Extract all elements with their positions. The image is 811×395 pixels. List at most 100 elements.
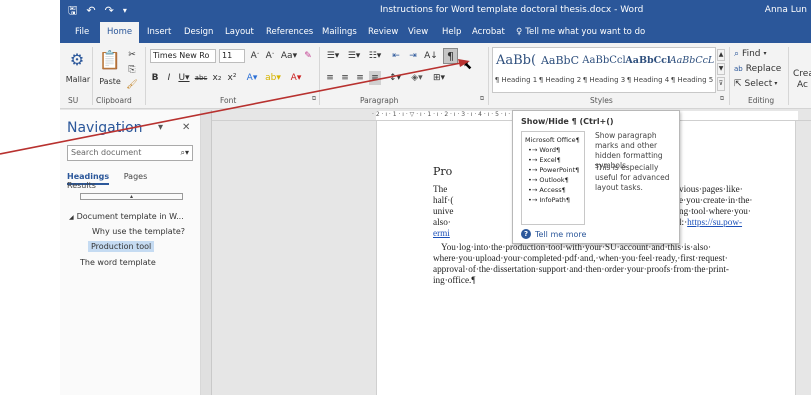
show-hide-paragraph-button[interactable]: ¶ <box>443 48 458 64</box>
bullets-icon[interactable]: ☰▾ <box>324 49 342 63</box>
nav-heading-item[interactable]: ◢ Document template in W... <box>69 212 184 221</box>
nav-heading-item[interactable]: The word template <box>80 258 156 267</box>
increase-indent-icon[interactable]: ⇥ <box>406 49 420 63</box>
select-button[interactable]: ⇱ Select ▾ <box>734 78 788 90</box>
font-name-combo[interactable]: Times New Ro <box>150 49 216 63</box>
format-painter-icon[interactable]: 🖌 <box>126 79 138 91</box>
save-icon[interactable]: 🖫 <box>68 3 77 19</box>
tab-results[interactable]: Results <box>67 181 96 190</box>
redo-icon[interactable]: ↷ <box>105 3 114 19</box>
tab-help[interactable]: Help <box>435 22 468 43</box>
style-heading-2[interactable]: AaBbC ¶ Heading 2 <box>537 50 583 84</box>
numbering-icon[interactable]: ☰▾ <box>345 49 363 63</box>
tell-me-box[interactable]: ♀ Tell me what you want to do <box>509 22 652 43</box>
help-icon: ? <box>521 229 531 239</box>
multilevel-list-icon[interactable]: ☷▾ <box>366 49 384 63</box>
find-icon: ⌕ <box>734 48 740 59</box>
create-button[interactable]: Creat <box>793 69 811 79</box>
body-text: The <box>433 184 448 194</box>
mallar-button[interactable]: Mallar <box>62 75 94 85</box>
style-heading-4[interactable]: AaBbCcl ¶ Heading 4 <box>625 50 671 84</box>
italic-icon[interactable]: I <box>164 71 174 85</box>
tab-file[interactable]: File <box>68 22 96 43</box>
tab-insert[interactable]: Insert <box>140 22 178 43</box>
tab-review[interactable]: Review <box>361 22 405 43</box>
ribbon: ⚙ Mallar SU 📋 Paste ✂ ⎘ 🖌 Clipboard Time… <box>60 43 811 109</box>
su-link-continued[interactable]: ermi <box>433 228 450 239</box>
customize-icon[interactable]: ▾ <box>123 3 127 19</box>
align-right-icon[interactable]: ≡ <box>354 71 366 85</box>
shading-icon[interactable]: ◈▾ <box>408 71 426 85</box>
line-spacing-icon[interactable]: ↕▾ <box>386 71 404 85</box>
font-size-combo[interactable]: 11 <box>219 49 245 63</box>
scroll-up-button[interactable]: ▴ <box>80 193 183 200</box>
styles-dialog-launcher-icon[interactable]: ⧉ <box>718 95 726 103</box>
styles-scroll-down-icon[interactable]: ▼ <box>717 63 725 75</box>
tab-pages[interactable]: Pages <box>124 172 148 181</box>
tab-view[interactable]: View <box>401 22 435 43</box>
font-dialog-launcher-icon[interactable]: ⧉ <box>310 95 318 103</box>
user-name[interactable]: Anna Lun <box>765 5 807 15</box>
select-icon: ⇱ <box>734 78 742 89</box>
paste-icon[interactable]: 📋 <box>98 49 122 73</box>
nav-heading-item[interactable]: Why use the template? <box>92 227 185 236</box>
grow-font-icon[interactable]: A ˄ <box>249 49 261 63</box>
lightbulb-icon: ♀ <box>516 27 523 37</box>
decrease-indent-icon[interactable]: ⇤ <box>389 49 403 63</box>
styles-group-label: Styles <box>590 96 613 105</box>
tell-me-more-link[interactable]: ? Tell me more <box>521 229 586 239</box>
tab-design[interactable]: Design <box>177 22 220 43</box>
highlight-icon[interactable]: ab▾ <box>264 71 282 85</box>
superscript-icon[interactable]: x² <box>226 71 238 85</box>
bold-icon[interactable]: B <box>150 71 160 85</box>
group-separator <box>92 47 93 105</box>
tab-mailings[interactable]: Mailings <box>315 22 364 43</box>
body-text: approval·of·the·dissertation·support·and… <box>433 264 729 274</box>
vertical-ruler <box>201 110 212 395</box>
styles-more-icon[interactable]: ⊽ <box>717 77 725 91</box>
tab-layout[interactable]: Layout <box>218 22 261 43</box>
body-text: unive <box>433 206 454 216</box>
tab-references[interactable]: References <box>259 22 320 43</box>
change-case-icon[interactable]: Aa▾ <box>280 49 298 63</box>
tab-home[interactable]: Home <box>100 22 140 43</box>
copy-icon[interactable]: ⎘ <box>126 64 138 76</box>
paste-button[interactable]: Paste <box>97 77 123 87</box>
body-text: ing·office.¶ <box>433 275 476 285</box>
collapse-triangle-icon[interactable]: ◢ <box>69 214 74 221</box>
paragraph-group-label: Paragraph <box>360 96 399 105</box>
group-separator <box>788 47 789 105</box>
pane-options-icon[interactable]: ▾ <box>158 122 163 133</box>
find-button[interactable]: ⌕ Find ▾ <box>734 48 784 60</box>
strikethrough-icon[interactable]: abc <box>194 71 208 85</box>
cut-icon[interactable]: ✂ <box>126 49 138 61</box>
styles-scroll-up-icon[interactable]: ▲ <box>717 49 725 61</box>
shrink-font-icon[interactable]: A ˅ <box>264 49 276 63</box>
clipboard-group-label: Clipboard <box>96 96 132 105</box>
replace-button[interactable]: ab Replace <box>734 63 790 75</box>
align-center-icon[interactable]: ≡ <box>339 71 351 85</box>
style-heading-3[interactable]: AaBbCcl ¶ Heading 3 <box>581 50 627 84</box>
undo-icon[interactable]: ↶ <box>86 3 95 19</box>
align-left-icon[interactable]: ≡ <box>324 71 336 85</box>
text-effects-icon[interactable]: A▾ <box>244 71 260 85</box>
su-link[interactable]: https://su.pow- <box>687 217 742 227</box>
justify-icon[interactable]: ≡ <box>369 71 381 85</box>
quick-access-toolbar: 🖫 ↶ ↷ ▾ <box>68 3 127 19</box>
underline-icon[interactable]: U▾ <box>177 71 191 85</box>
search-icon[interactable]: ⌕▾ <box>181 146 190 160</box>
search-document-input[interactable]: Search document ⌕▾ <box>67 145 193 161</box>
clear-formatting-icon[interactable]: ✎ <box>302 49 314 63</box>
sort-icon[interactable]: A↓ <box>424 49 438 63</box>
subscript-icon[interactable]: x₂ <box>211 71 223 85</box>
font-color-icon[interactable]: A▾ <box>288 71 304 85</box>
style-heading-5[interactable]: AaBbCcL ¶ Heading 5 <box>669 50 715 84</box>
borders-icon[interactable]: ⊞▾ <box>430 71 448 85</box>
close-icon[interactable]: ✕ <box>182 122 190 133</box>
paragraph-dialog-launcher-icon[interactable]: ⧉ <box>478 95 486 103</box>
word-window: 🖫 ↶ ↷ ▾ Instructions for Word template d… <box>60 0 811 395</box>
nav-heading-item-selected[interactable]: Production tool <box>88 241 155 252</box>
style-heading-1[interactable]: AaBb( ¶ Heading 1 <box>493 50 539 84</box>
tab-acrobat[interactable]: Acrobat <box>465 22 512 43</box>
template-icon[interactable]: ⚙ <box>66 49 88 71</box>
